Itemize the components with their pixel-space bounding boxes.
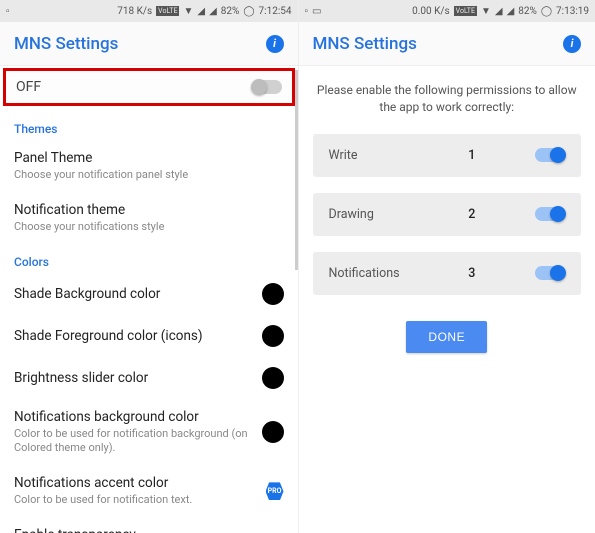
- notification-dot-icon: ▫: [305, 6, 309, 17]
- info-icon[interactable]: i: [563, 35, 581, 53]
- screenshot-icon: ▭: [312, 6, 321, 17]
- done-button[interactable]: DONE: [406, 321, 487, 353]
- info-icon[interactable]: i: [266, 35, 284, 53]
- item-title: Notifications accent color: [14, 475, 256, 491]
- battery-icon: ◯: [541, 6, 552, 17]
- item-sub: Color to be used for notification backgr…: [14, 427, 252, 456]
- app-bar: MNS Settings i: [299, 22, 595, 66]
- status-battery: 82%: [221, 6, 240, 17]
- permission-number: 3: [419, 266, 526, 281]
- color-swatch[interactable]: [262, 421, 284, 443]
- battery-icon: ◯: [243, 6, 254, 17]
- phone-right: ▫ ▭ 0.00 K/s VoLTE ▼ ◢ ◢ 82% ◯ 7:13:19 M…: [298, 0, 595, 533]
- notification-dot-icon: ▫: [6, 6, 10, 17]
- status-time: 7:12:54: [259, 6, 292, 17]
- wifi-icon: ▼: [183, 6, 193, 17]
- item-notif-accent[interactable]: Notifications accent color Color to be u…: [0, 465, 298, 517]
- item-title: Shade Foreground color (icons): [14, 328, 252, 344]
- item-notification-theme[interactable]: Notification theme Choose your notificat…: [0, 192, 298, 244]
- permission-drawing[interactable]: Drawing 2: [313, 193, 582, 236]
- item-title: Panel Theme: [14, 150, 284, 166]
- permission-toggle[interactable]: [535, 266, 565, 280]
- permission-notifications[interactable]: Notifications 3: [313, 252, 582, 295]
- permission-write[interactable]: Write 1: [313, 134, 582, 177]
- item-title: Brightness slider color: [14, 370, 252, 386]
- wifi-icon: ▼: [481, 6, 491, 17]
- app-bar: MNS Settings i: [0, 22, 298, 66]
- item-shade-fg[interactable]: Shade Foreground color (icons): [0, 315, 298, 357]
- permission-name: Drawing: [329, 207, 409, 222]
- status-speed: 718 K/s: [117, 6, 152, 17]
- pro-badge-icon: PRO: [266, 482, 284, 500]
- signal-icon: ◢: [507, 6, 515, 17]
- color-swatch[interactable]: [262, 325, 284, 347]
- permission-name: Write: [329, 148, 409, 163]
- signal-icon: ◢: [495, 6, 503, 17]
- permission-name: Notifications: [329, 266, 409, 281]
- permission-toggle[interactable]: [535, 148, 565, 162]
- permission-toggle[interactable]: [535, 207, 565, 221]
- color-swatch[interactable]: [262, 367, 284, 389]
- item-title: Notification theme: [14, 202, 284, 218]
- master-toggle-row[interactable]: OFF: [3, 68, 295, 106]
- item-title: Notifications background color: [14, 409, 252, 425]
- permission-number: 1: [419, 148, 526, 163]
- item-title: Shade Background color: [14, 286, 252, 302]
- master-toggle-switch[interactable]: [252, 80, 282, 94]
- volte-icon: VoLTE: [156, 6, 179, 16]
- permissions-message: Please enable the following permissions …: [299, 66, 595, 126]
- item-sub: Choose your notification panel style: [14, 168, 284, 182]
- signal-icon: ◢: [209, 6, 217, 17]
- item-sub: Color to be used for notification text.: [14, 493, 256, 507]
- item-transparency[interactable]: Enable transparency Subtle transparency …: [0, 517, 298, 533]
- item-notif-bg[interactable]: Notifications background color Color to …: [0, 399, 298, 466]
- master-toggle-label: OFF: [16, 79, 252, 95]
- volte-icon: VoLTE: [454, 6, 477, 16]
- item-brightness[interactable]: Brightness slider color: [0, 357, 298, 399]
- item-shade-bg[interactable]: Shade Background color: [0, 273, 298, 315]
- item-sub: Choose your notifications style: [14, 220, 284, 234]
- page-title: MNS Settings: [14, 34, 266, 54]
- page-title: MNS Settings: [313, 34, 564, 54]
- section-colors: Colors: [0, 245, 298, 273]
- section-themes: Themes: [0, 112, 298, 140]
- color-swatch[interactable]: [262, 283, 284, 305]
- item-title: Enable transparency: [14, 527, 258, 533]
- status-bar: ▫ 718 K/s VoLTE ▼ ◢ ◢ 82% ◯ 7:12:54: [0, 0, 298, 22]
- signal-icon: ◢: [197, 6, 205, 17]
- settings-scroll[interactable]: OFF Themes Panel Theme Choose your notif…: [0, 66, 298, 533]
- phone-left: ▫ 718 K/s VoLTE ▼ ◢ ◢ 82% ◯ 7:12:54 MNS …: [0, 0, 298, 533]
- status-speed: 0.00 K/s: [412, 6, 450, 17]
- status-time: 7:13:19: [556, 6, 589, 17]
- permission-number: 2: [419, 207, 526, 222]
- status-bar: ▫ ▭ 0.00 K/s VoLTE ▼ ◢ ◢ 82% ◯ 7:13:19: [299, 0, 595, 22]
- status-battery: 82%: [518, 6, 537, 17]
- item-panel-theme[interactable]: Panel Theme Choose your notification pan…: [0, 140, 298, 192]
